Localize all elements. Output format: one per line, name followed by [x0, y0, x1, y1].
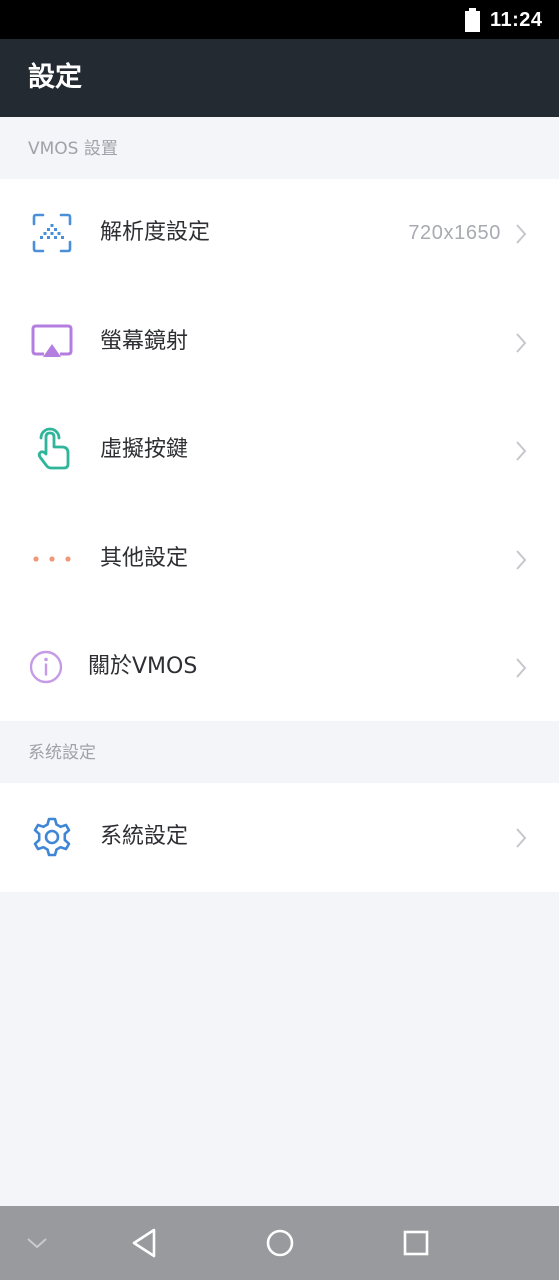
- settings-item-label: 解析度設定: [100, 220, 211, 245]
- status-bar: 11:24: [0, 0, 559, 39]
- home-icon: [266, 1229, 294, 1257]
- nav-collapse-button[interactable]: [14, 1206, 60, 1280]
- more-dots-icon: [30, 537, 74, 581]
- settings-card-system: 系統設定: [0, 783, 559, 892]
- info-icon: [30, 645, 74, 689]
- page-title: 設定: [28, 62, 82, 93]
- nav-back-button[interactable]: [116, 1206, 172, 1280]
- settings-item-system[interactable]: 系統設定: [0, 783, 559, 892]
- settings-item-screen-mirror[interactable]: 螢幕鏡射: [0, 288, 559, 397]
- battery-icon: [465, 8, 480, 32]
- resolution-icon: [30, 211, 74, 255]
- settings-item-virtual-keys[interactable]: 虛擬按鍵: [0, 396, 559, 505]
- chevron-right-icon: [516, 828, 527, 848]
- settings-item-label: 螢幕鏡射: [100, 328, 189, 354]
- app-bar: 設定: [0, 39, 559, 117]
- nav-recents-button[interactable]: [388, 1206, 444, 1280]
- section-header-vmos: VMOS 設置: [0, 117, 559, 179]
- settings-item-other[interactable]: 其他設定: [0, 505, 559, 614]
- back-icon: [132, 1228, 156, 1258]
- navigation-bar: [0, 1206, 559, 1280]
- chevron-right-icon: [516, 224, 527, 244]
- status-time: 11:24: [490, 9, 543, 31]
- gear-icon: [30, 815, 74, 859]
- nav-home-button[interactable]: [252, 1206, 308, 1280]
- section-header-label: VMOS 設置: [28, 139, 118, 159]
- screen-mirror-icon: [30, 320, 74, 364]
- section-header-system: 系统設定: [0, 721, 559, 783]
- settings-item-label: 虛擬按鍵: [100, 437, 189, 463]
- chevron-right-icon: [516, 441, 527, 461]
- settings-item-label: 關於VMOS: [88, 654, 198, 680]
- section-header-label: 系统設定: [28, 743, 96, 763]
- chevron-right-icon: [516, 550, 527, 570]
- settings-item-label: 其他設定: [100, 545, 189, 571]
- touch-finger-icon: [30, 427, 74, 472]
- recents-icon: [403, 1230, 429, 1256]
- chevron-right-icon: [516, 658, 527, 679]
- chevron-right-icon: [516, 332, 527, 353]
- settings-item-resolution[interactable]: 解析度設定 720x1650: [0, 179, 559, 288]
- resolution-value: 720x1650: [408, 222, 501, 244]
- settings-item-about[interactable]: 關於VMOS: [0, 613, 559, 722]
- settings-card-vmos: 解析度設定 720x1650 螢幕鏡射 虛擬按鍵 其他設定 關於VMOS: [0, 179, 559, 722]
- settings-item-label: 系統設定: [100, 824, 189, 849]
- chevron-down-icon: [27, 1238, 47, 1249]
